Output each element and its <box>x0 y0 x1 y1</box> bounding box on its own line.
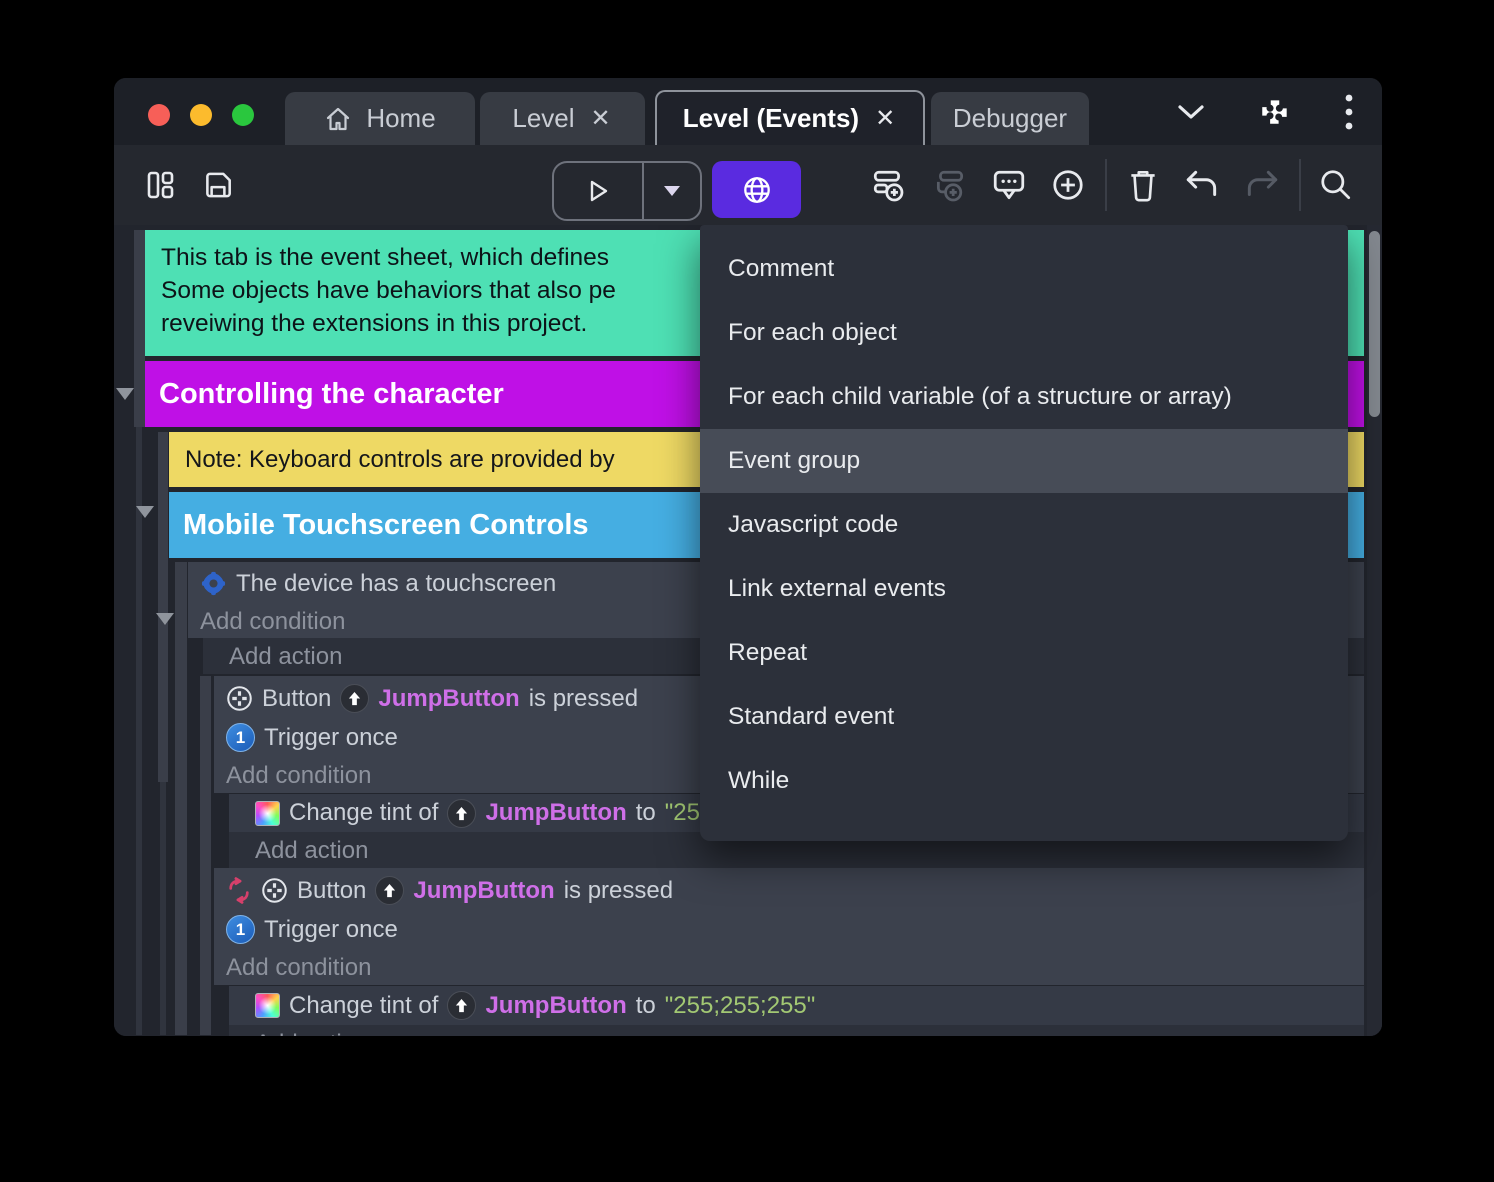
add-plus-icon[interactable] <box>1044 145 1092 225</box>
titlebar-actions <box>1176 78 1354 145</box>
action-text: Change tint of <box>289 991 439 1019</box>
menu-item-for-each-object[interactable]: For each object <box>700 301 1348 365</box>
touch-gear-icon <box>200 570 227 597</box>
preview-play-button[interactable] <box>554 163 642 219</box>
gamepad-icon <box>261 877 288 904</box>
trigger-once-icon: 1 <box>226 723 255 752</box>
kebab-menu-icon[interactable] <box>1344 93 1354 131</box>
add-comment-icon[interactable] <box>985 145 1033 225</box>
jumpbutton-object-icon <box>447 991 477 1020</box>
event-margin-strip[interactable] <box>175 562 187 1035</box>
close-tab-icon[interactable]: ✕ <box>589 106 613 131</box>
toolbar-separator <box>1299 159 1301 211</box>
collapse-arrow-icon[interactable] <box>156 613 174 625</box>
action-row-change-tint[interactable]: Change tint of JumpButton to "255;255;25… <box>229 986 1364 1025</box>
addons-puzzle-icon[interactable] <box>1258 95 1292 129</box>
condition-text: Trigger once <box>264 915 398 943</box>
condition-text: is pressed <box>563 876 674 904</box>
string-value: "255;255;255" <box>664 991 816 1019</box>
preview-dropdown-caret[interactable] <box>642 163 700 219</box>
layout-view-icon[interactable] <box>138 145 182 225</box>
object-name: JumpButton <box>485 799 627 826</box>
menu-item-javascript-code[interactable]: Javascript code <box>700 493 1348 557</box>
play-button-group <box>552 161 702 221</box>
event-block-jumpbutton-pressed-inverted[interactable]: Button JumpButton is pressed 1 Trigger o… <box>214 868 1364 985</box>
menu-item-comment[interactable]: Comment <box>700 237 1348 301</box>
collapse-arrow-icon[interactable] <box>116 388 134 400</box>
jumpbutton-object-icon <box>375 876 405 905</box>
tab-level-events[interactable]: Level (Events) ✕ <box>655 90 925 145</box>
group-title: Mobile Touchscreen Controls <box>183 508 589 541</box>
event-sheet: This tab is the event sheet, which defin… <box>114 225 1382 1036</box>
jumpbutton-object-icon <box>340 684 370 713</box>
plugin-name: Button <box>297 876 367 904</box>
tab-debugger[interactable]: Debugger <box>931 92 1089 145</box>
toolbar <box>114 145 1382 225</box>
tab-label: Level <box>512 103 575 133</box>
tint-icon <box>255 800 280 826</box>
tab-label: Debugger <box>952 103 1068 133</box>
search-icon[interactable] <box>1312 145 1360 225</box>
group-title: Controlling the character <box>159 377 504 410</box>
globe-icon <box>743 176 770 203</box>
event-margin-strip[interactable] <box>158 432 168 782</box>
condition-text: The device has a touchscreen <box>236 569 557 597</box>
tint-icon <box>255 993 280 1018</box>
remote-preview-globe-button[interactable] <box>712 161 801 218</box>
action-text: Change tint of <box>289 799 439 826</box>
invert-condition-icon <box>226 877 252 904</box>
tab-home[interactable]: Home <box>285 92 475 145</box>
action-text: to <box>635 991 656 1019</box>
add-event-icon[interactable] <box>864 145 912 225</box>
add-condition-link[interactable]: Add condition <box>214 949 1364 986</box>
menu-item-repeat[interactable]: Repeat <box>700 621 1348 685</box>
chevron-down-icon[interactable] <box>1176 103 1206 121</box>
delete-icon[interactable] <box>1120 145 1166 225</box>
vertical-scrollbar[interactable] <box>1367 225 1382 1036</box>
toolbar-separator <box>1105 159 1107 211</box>
save-icon[interactable] <box>196 145 240 225</box>
tab-label: Home <box>366 103 436 133</box>
menu-item-standard-event[interactable]: Standard event <box>700 685 1348 749</box>
home-icon <box>324 105 352 133</box>
jumpbutton-object-icon <box>447 798 477 828</box>
gamepad-icon <box>226 685 253 712</box>
menu-item-for-each-child-variable[interactable]: For each child variable (of a structure … <box>700 365 1348 429</box>
add-event-context-menu: Comment For each object For each child v… <box>700 225 1348 841</box>
event-margin-strip[interactable] <box>134 230 145 427</box>
collapse-arrow-icon[interactable] <box>136 506 154 518</box>
menu-item-while[interactable]: While <box>700 749 1348 813</box>
object-name: JumpButton <box>485 991 627 1019</box>
menu-item-link-external-events[interactable]: Link external events <box>700 557 1348 621</box>
close-tab-icon[interactable]: ✕ <box>873 106 897 131</box>
condition-text: is pressed <box>528 684 639 712</box>
condition-text: Trigger once <box>264 723 398 751</box>
action-text: to <box>635 799 656 826</box>
note-text: Note: Keyboard controls are provided by <box>185 445 615 473</box>
titlebar: Home Level ✕ Level (Events) ✕ Debugger <box>114 78 1382 145</box>
tab-level[interactable]: Level ✕ <box>480 92 645 145</box>
app-window: Home Level ✕ Level (Events) ✕ Debugger T… <box>114 78 1382 1036</box>
menu-item-event-group[interactable]: Event group <box>700 429 1348 493</box>
add-subevent-icon[interactable] <box>926 145 974 225</box>
plugin-name: Button <box>262 684 332 712</box>
object-name: JumpButton <box>413 876 555 904</box>
redo-icon[interactable] <box>1238 145 1286 225</box>
event-margin-strip[interactable] <box>200 676 211 1035</box>
add-action-row[interactable]: Add action <box>229 1025 1364 1036</box>
trigger-once-icon: 1 <box>226 915 255 944</box>
scrollbar-thumb[interactable] <box>1369 231 1380 417</box>
add-action-link[interactable]: Add action <box>229 1025 1364 1037</box>
undo-icon[interactable] <box>1178 145 1226 225</box>
screenshot-stage: Home Level ✕ Level (Events) ✕ Debugger T… <box>0 0 1494 1182</box>
object-name: JumpButton <box>378 684 520 712</box>
tab-label: Level (Events) <box>682 103 860 133</box>
